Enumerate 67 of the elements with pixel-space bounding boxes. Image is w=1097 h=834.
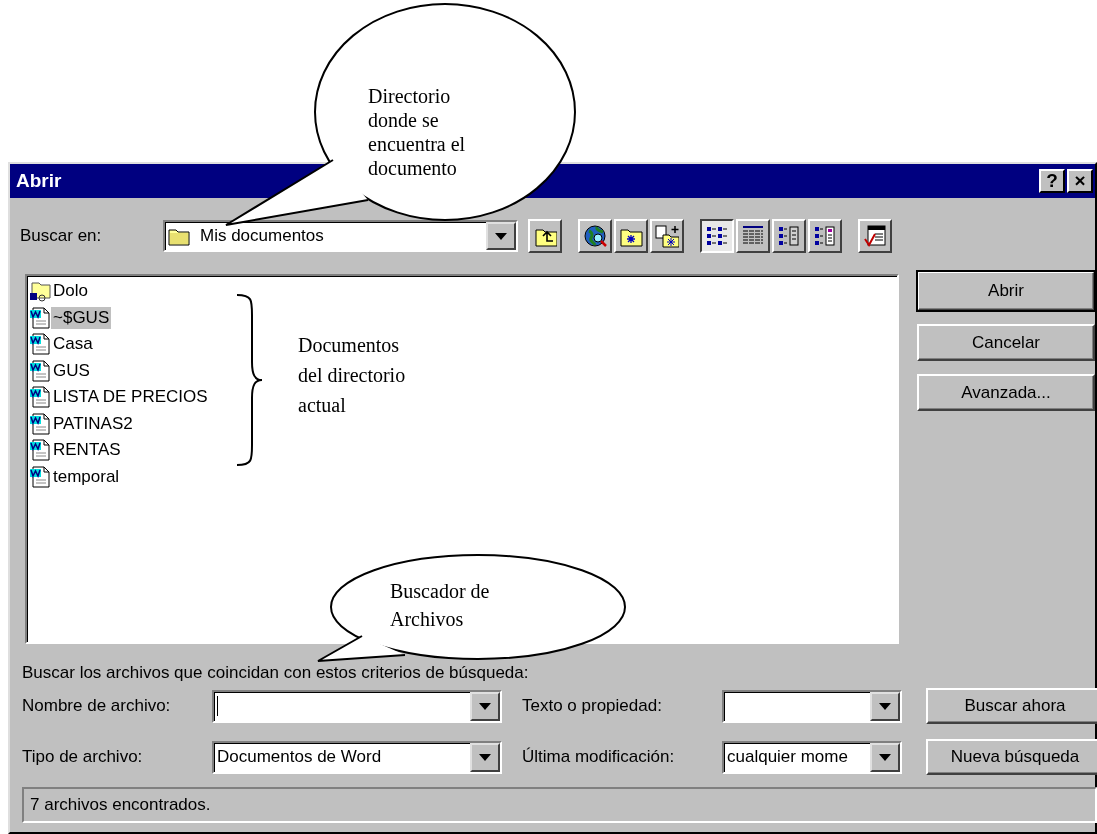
list-view-button[interactable] [700,219,734,253]
open-button[interactable]: Abrir [917,271,1095,311]
file-type-combo[interactable]: Documentos de Word [212,740,502,774]
combo-value: Mis documentos [200,226,324,246]
web-search-button[interactable] [578,219,612,253]
field-label: Texto o propiedad: [521,696,663,716]
dropdown-button[interactable] [486,222,516,250]
help-button[interactable]: ? [1039,169,1065,193]
text-property-combo[interactable] [722,689,902,723]
criteria-heading: Buscar los archivos que coincidan con estos criterios de búsqueda: [21,662,530,684]
file-item[interactable]: PATINAS2 [51,412,135,435]
file-item[interactable]: RENTAS [51,439,123,462]
document-icon [29,439,51,462]
document-icon [29,306,51,329]
preview-view-button[interactable] [808,219,842,253]
dropdown-button[interactable] [870,742,900,772]
last-modified-combo[interactable]: cualquier mome [722,740,902,774]
search-now-button[interactable]: Buscar ahora [926,688,1097,724]
look-in-label: Buscar en: [20,226,103,246]
commands-button[interactable] [858,219,892,253]
cancel-button[interactable]: Cancelar [917,324,1095,361]
new-search-button[interactable]: Nueva búsqueda [926,739,1097,775]
commands-icon [863,224,887,248]
annotation-text: Directorio donde se encuentra el documento [368,84,466,180]
file-item[interactable]: Casa [51,333,95,356]
file-item[interactable]: temporal [51,465,122,488]
text-cursor [217,696,218,716]
dropdown-arrow-icon [878,701,892,711]
properties-view-icon [777,224,801,248]
dropdown-arrow-icon [478,752,492,762]
field-label: Tipo de archivo: [21,747,144,767]
favorites-button[interactable] [614,219,648,253]
list-view-icon [705,224,729,248]
document-icon [29,386,51,409]
preview-view-icon [813,224,837,248]
annotation-text: Buscador de Archivos [390,579,490,632]
status-bar: 7 archivos encontrados. [22,787,1097,823]
details-view-button[interactable] [736,219,770,253]
dropdown-button[interactable] [470,691,500,721]
file-item[interactable]: GUS [51,359,92,382]
combo-value: Documentos de Word [217,747,382,767]
file-item[interactable]: ~$GUS [51,306,112,329]
dropdown-arrow-icon [494,231,508,241]
document-icon [29,465,51,488]
add-favorites-icon [655,224,679,248]
close-button[interactable]: × [1067,169,1093,193]
file-item[interactable]: LISTA DE PRECIOS [51,386,210,409]
folder-icon [29,280,51,303]
dropdown-arrow-icon [478,701,492,711]
document-icon [29,359,51,382]
dropdown-button[interactable] [470,742,500,772]
properties-view-button[interactable] [772,219,806,253]
advanced-button[interactable]: Avanzada... [917,374,1095,411]
dropdown-arrow-icon [878,752,892,762]
field-label: Última modificación: [521,747,676,767]
look-in-combo[interactable]: Mis documentos [163,220,518,252]
document-icon [29,412,51,435]
field-label: Nombre de archivo: [21,696,172,716]
window-title: Abrir [16,170,62,192]
document-icon [29,333,51,356]
web-search-icon [583,224,607,248]
add-favorites-button[interactable] [650,219,684,253]
file-item[interactable]: Dolo [51,280,90,303]
dropdown-button[interactable] [870,691,900,721]
combo-value: cualquier mome [727,747,848,767]
file-name-combo[interactable] [212,689,502,723]
up-folder-button[interactable] [528,219,562,253]
